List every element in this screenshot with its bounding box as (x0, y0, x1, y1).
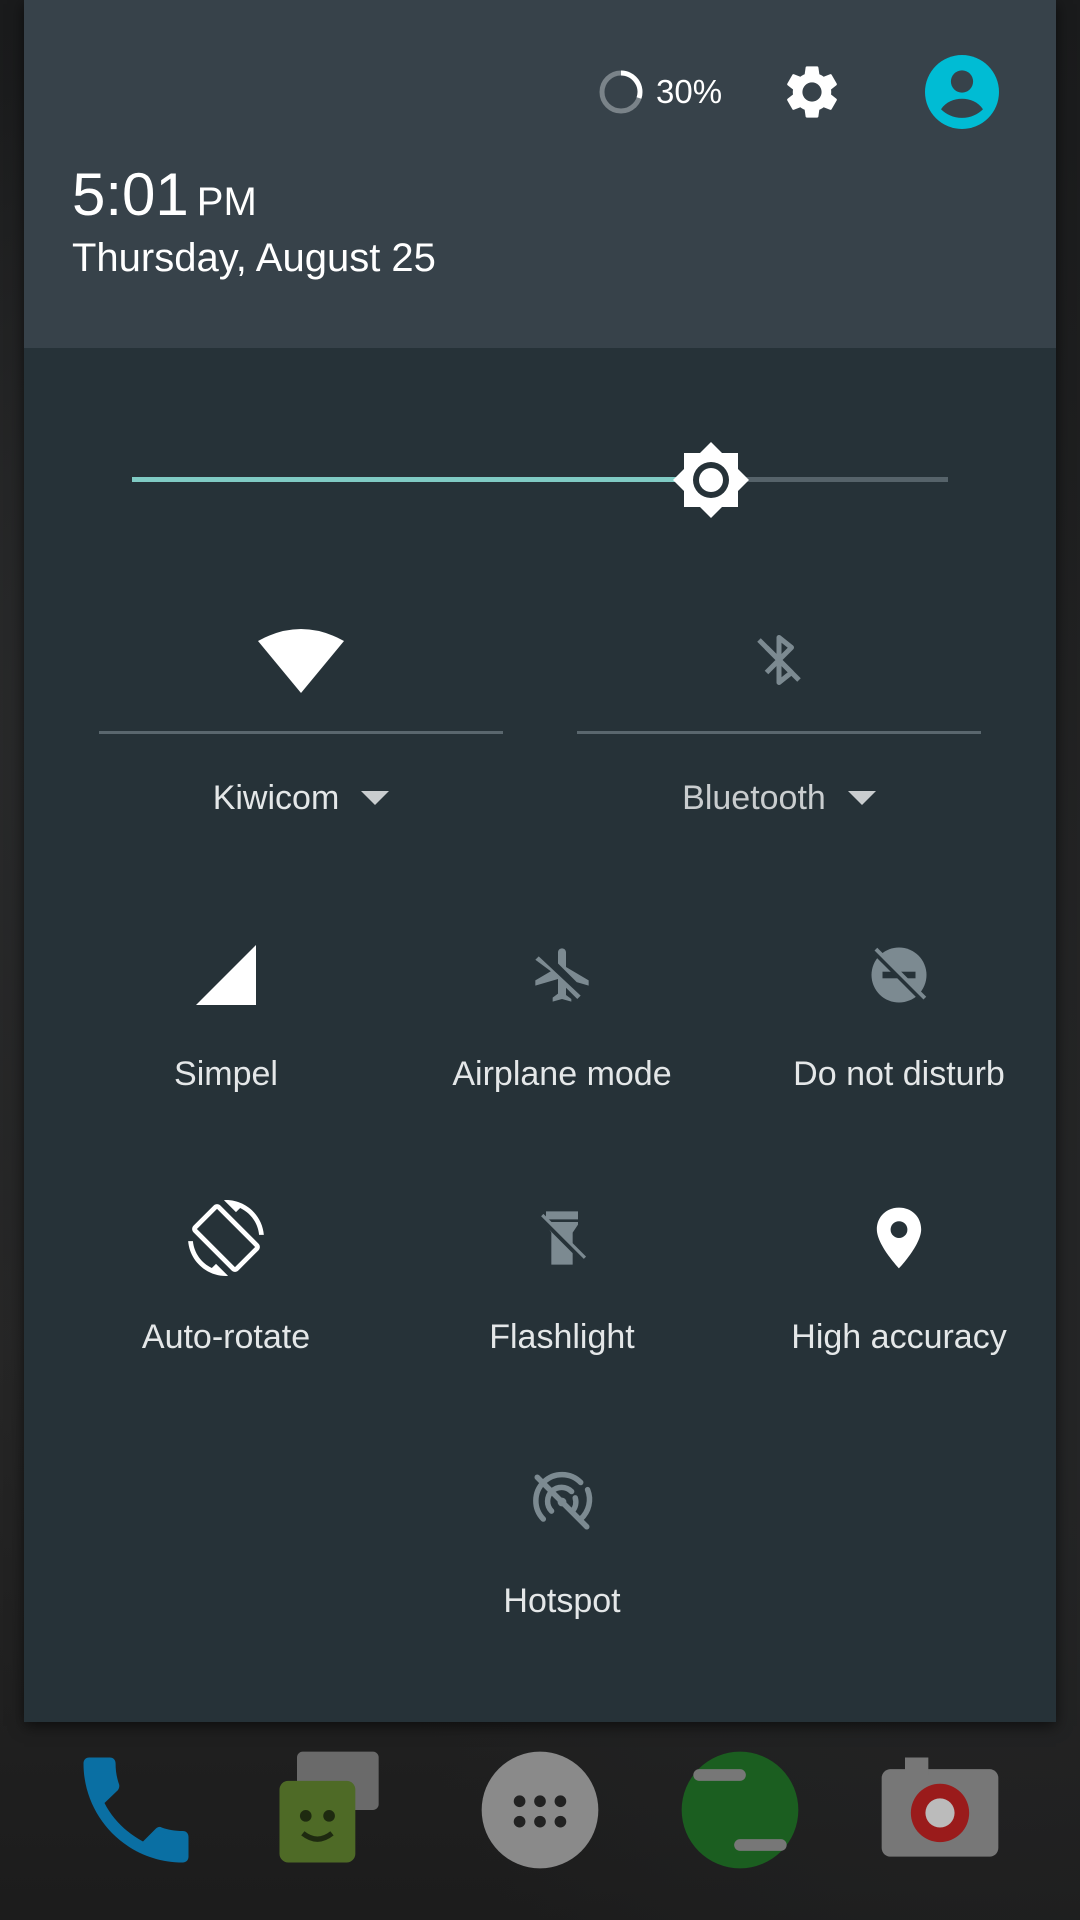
clock[interactable]: 5:01 PM (72, 160, 257, 229)
brightness-track-fill (132, 477, 712, 482)
tile-bluetooth[interactable]: Bluetooth (577, 600, 981, 840)
tile-label: Kiwicom (212, 778, 340, 817)
tile-divider (577, 731, 981, 734)
tile-label: Flashlight (489, 1318, 635, 1356)
clock-time: 5:01 (72, 161, 189, 228)
airplane-off-icon (535, 948, 589, 1002)
tile-location[interactable]: High accuracy (749, 1198, 1049, 1418)
battery-percentage: 30% (656, 73, 723, 110)
tile-label: Simpel (174, 1055, 278, 1093)
hangouts-icon[interactable] (670, 1740, 810, 1880)
tile-do-not-disturb[interactable]: Do not disturb (749, 935, 1049, 1155)
hotspot-off-icon (533, 1471, 593, 1530)
tile-airplane-mode[interactable]: Airplane mode (412, 935, 712, 1155)
chevron-down-icon (847, 791, 876, 805)
messenger-icon[interactable] (262, 1740, 402, 1880)
do-not-disturb-off-icon (871, 947, 927, 1003)
quick-settings-header: 30% 5:01 PM Thursday, August 25 (24, 0, 1056, 348)
settings-button[interactable] (772, 52, 852, 132)
location-icon (876, 1207, 922, 1269)
quick-settings-panel: 30% 5:01 PM Thursday, August 25 Kiwicom … (24, 0, 1056, 1722)
wifi-icon (258, 629, 344, 693)
bluetooth-dropdown[interactable]: Bluetooth (577, 768, 981, 828)
battery-indicator[interactable]: 30% (596, 52, 766, 132)
flashlight-off-icon (538, 1211, 587, 1265)
tile-label: Hotspot (503, 1582, 621, 1620)
tile-label: Bluetooth (682, 778, 826, 817)
tile-divider (99, 731, 503, 734)
bluetooth-off-icon (757, 635, 801, 685)
battery-ring-icon (599, 70, 643, 114)
tile-hotspot[interactable]: Hotspot (412, 1462, 712, 1682)
tile-label: Airplane mode (452, 1055, 672, 1093)
account-circle-icon (925, 55, 999, 129)
brightness-icon (673, 442, 750, 518)
brightness-thumb[interactable] (671, 440, 751, 520)
gear-icon (787, 66, 837, 118)
phone-icon[interactable] (66, 1740, 206, 1880)
clock-ampm: PM (196, 180, 257, 224)
user-avatar-button[interactable] (922, 52, 1002, 132)
tile-wifi[interactable]: Kiwicom (99, 600, 503, 840)
tile-auto-rotate[interactable]: Auto-rotate (76, 1198, 376, 1418)
date-label[interactable]: Thursday, August 25 (72, 236, 436, 281)
auto-rotate-icon (188, 1200, 264, 1276)
app-drawer-icon[interactable] (470, 1740, 610, 1880)
wifi-network-dropdown[interactable]: Kiwicom (99, 768, 503, 828)
camera-icon[interactable] (870, 1740, 1010, 1880)
tile-label: Auto-rotate (141, 1318, 311, 1356)
tile-label: High accuracy (791, 1318, 1007, 1356)
brightness-slider[interactable] (132, 440, 972, 520)
tile-cellular[interactable]: Simpel (76, 935, 376, 1155)
cell-signal-icon (196, 945, 256, 1005)
chevron-down-icon (361, 791, 390, 805)
tile-label: Do not disturb (793, 1055, 1005, 1093)
tile-flashlight[interactable]: Flashlight (412, 1198, 712, 1418)
